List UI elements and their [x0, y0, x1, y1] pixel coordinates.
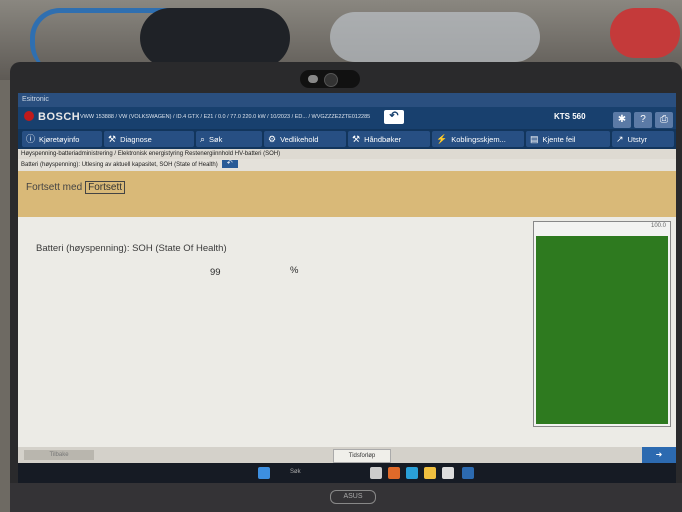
folder-icon[interactable]: [424, 467, 436, 479]
windows-taskbar: Søk: [18, 463, 676, 483]
bosch-logo: BOSCH: [24, 111, 80, 123]
breadcrumb: Høyspenning-batteriadministrering / Elek…: [18, 149, 676, 227]
measurement-panel: Batteri (høyspenning): SOH (State Of Hea…: [18, 217, 676, 447]
tab-vehicle-info[interactable]: ⓘ Kjøretøyinfo: [22, 131, 102, 147]
page-subtitle: Batteri (høyspenning): Utlesing av aktue…: [18, 159, 676, 171]
ball: [610, 8, 680, 58]
continue-button[interactable]: Fortsett: [85, 181, 126, 194]
laptop-logo: ASUS: [330, 490, 376, 504]
soh-bar-gauge: 100.0: [533, 221, 671, 427]
plastic-bag: [330, 12, 540, 62]
soh-label: Batteri (høyspenning): SOH (State Of Hea…: [36, 243, 227, 254]
dark-bag: [140, 8, 290, 68]
gears-icon: ⚙: [268, 134, 277, 144]
laptop-screen: Esitronic BOSCH VWW 153888 / VW (VOLKSWA…: [18, 93, 676, 463]
status-bar: Tilbake Tidsforløp ➜: [18, 447, 676, 463]
wrench-icon: ⚒: [108, 134, 117, 144]
instruction-banner: Fortsett med Fortsett: [18, 171, 676, 217]
back-arrow-icon[interactable]: ↶: [384, 110, 404, 124]
gauge-fill: [536, 235, 668, 424]
store-icon[interactable]: [442, 467, 454, 479]
taskbar-search[interactable]: Søk: [290, 469, 301, 475]
windows-start-icon[interactable]: [258, 467, 270, 479]
window-title: Esitronic: [18, 93, 676, 107]
device-name: KTS 560: [554, 112, 586, 121]
search-icon: ⌕: [200, 134, 206, 144]
soh-unit: %: [290, 265, 299, 276]
tab-maintenance[interactable]: ⚙ Vedlikehold: [264, 131, 346, 147]
tab-manuals[interactable]: ⚒ Håndbøker: [348, 131, 430, 147]
app-header: BOSCH VWW 153888 / VW (VOLKSWAGEN) / ID.…: [18, 107, 676, 129]
vehicle-info: VWW 153888 / VW (VOLKSWAGEN) / ID.4 GTX …: [80, 114, 371, 120]
app-icon[interactable]: [462, 467, 474, 479]
back-arrow-icon[interactable]: ↶: [221, 160, 238, 169]
bolt-icon: ⚡: [436, 134, 448, 144]
book-icon: ▤: [530, 134, 539, 144]
webcam: [300, 70, 360, 88]
instruction-text: Fortsett med Fortsett: [26, 181, 126, 194]
tab-search[interactable]: ⌕ Søk: [196, 131, 262, 147]
tab-bar: ⓘ Kjøretøyinfo ⚒ Diagnose ⌕ Søk ⚙ Vedlikehol…: [18, 129, 676, 149]
soh-value: 99: [210, 267, 221, 278]
tab-known-faults[interactable]: ▤ Kjente feil: [526, 131, 610, 147]
wrench-icon: ⚒: [352, 134, 361, 144]
tab-equipment[interactable]: ↗ Utstyr: [612, 131, 674, 147]
timeline-button[interactable]: Tidsforløp: [333, 449, 391, 463]
tab-wiring[interactable]: ⚡ Koblingsskjem...: [432, 131, 524, 147]
info-icon: ⓘ: [26, 134, 36, 144]
edge-icon[interactable]: [406, 467, 418, 479]
browser-icon[interactable]: [388, 467, 400, 479]
next-arrow-icon[interactable]: ➜: [642, 447, 676, 463]
header-buttons: ✱? ⎙: [610, 109, 673, 128]
tab-diagnose[interactable]: ⚒ Diagnose: [104, 131, 194, 147]
back-button[interactable]: Tilbake: [24, 450, 94, 460]
arrow-icon: ↗: [616, 134, 624, 144]
print-icon[interactable]: ⎙: [655, 112, 673, 128]
help-icon[interactable]: ?: [634, 112, 652, 128]
gauge-max-label: 100.0: [650, 223, 666, 229]
task-view-icon[interactable]: [370, 467, 382, 479]
bluetooth-icon[interactable]: ✱: [613, 112, 631, 128]
